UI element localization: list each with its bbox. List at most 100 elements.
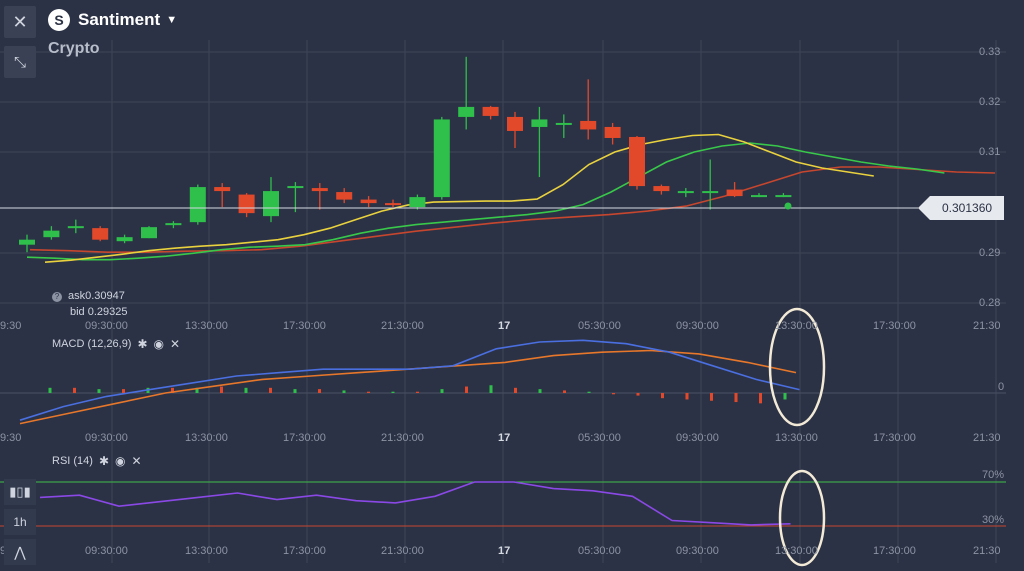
timeframe-button[interactable]: 1h — [4, 509, 36, 535]
collapse-arrows-icon: ⤡ — [13, 53, 26, 71]
bid-value: 0.29325 — [87, 306, 128, 318]
candle-body — [482, 106, 499, 116]
candle-body — [165, 223, 182, 226]
time-axis-label: 09:30:00 — [676, 320, 719, 332]
collapse-button[interactable]: ⤡ — [4, 46, 36, 78]
time-axis-label: 17 — [498, 545, 511, 557]
bid-quote: bid 0.29325 — [70, 306, 128, 318]
time-axis-label: 9:30 — [0, 432, 22, 444]
macd-histogram-bar — [465, 386, 468, 393]
price-axis-label: 0.31 — [979, 146, 1001, 158]
time-axis-label: 21:30:00 — [381, 320, 424, 332]
rsi-panel-header: RSI (14) ✱ ◉ ✕ — [52, 454, 142, 468]
candle-body — [238, 194, 255, 214]
time-axis-label: 13:30:00 — [185, 320, 228, 332]
chart-type-button[interactable]: ▮▯▮ — [4, 479, 36, 505]
time-axis-label: 05:30:00 — [578, 432, 621, 444]
settings-icon[interactable]: ✱ — [99, 454, 109, 468]
macd-histogram-bar — [416, 391, 419, 393]
macd-histogram-bar — [587, 391, 591, 393]
caret-down-icon: ▼ — [166, 14, 178, 26]
macd-histogram-bar — [612, 393, 615, 395]
current-price-value: 0.301360 — [942, 201, 993, 215]
candle-body — [604, 126, 621, 138]
candle-body — [19, 239, 35, 245]
indicator-icon: ⋀ — [14, 543, 26, 560]
rsi-title: RSI (14) — [52, 455, 93, 467]
candle-body — [531, 119, 548, 127]
candle-body — [751, 195, 767, 198]
close-chart-button[interactable]: ✕ — [4, 6, 36, 38]
time-axis-label: 17:30:00 — [873, 545, 916, 557]
price-axis-label: 0.32 — [979, 96, 1001, 108]
rsi-30-label: 30% — [982, 514, 1005, 526]
candle-body — [555, 122, 572, 125]
macd-histogram-bar — [514, 387, 517, 393]
candle-body — [385, 203, 401, 206]
time-axis-label: 09:30:00 — [676, 545, 719, 557]
candle-body — [336, 192, 353, 200]
time-axis-label: 17 — [498, 320, 511, 332]
ask-label: ask — [68, 290, 86, 302]
chart-canvas[interactable] — [0, 0, 1024, 571]
time-axis-label: 17:30:00 — [283, 545, 326, 557]
macd-histogram-bar — [220, 386, 223, 393]
macd-histogram-bar — [391, 391, 395, 393]
macd-histogram-bar — [636, 393, 640, 396]
macd-histogram-bar — [489, 385, 493, 393]
close-icon[interactable]: ✕ — [132, 454, 142, 468]
ask-quote: ? ask0.30947 — [52, 290, 125, 302]
time-axis-label: 21:30 — [973, 545, 1001, 557]
macd-panel-header: MACD (12,26,9) ✱ ◉ ✕ — [52, 337, 180, 351]
candle-body — [458, 106, 475, 117]
candle-body — [92, 228, 109, 240]
eye-icon[interactable]: ◉ — [115, 454, 125, 468]
time-axis-label: 17 — [498, 432, 511, 444]
macd-histogram-bar — [293, 389, 297, 393]
macd-histogram-bar — [244, 387, 248, 393]
asset-selector[interactable]: S Santiment ▼ — [48, 6, 177, 34]
time-axis-label: 13:30:00 — [775, 432, 818, 444]
asset-name: Santiment — [78, 10, 161, 29]
candle-body — [653, 186, 670, 192]
time-axis-label: 09:30:00 — [85, 432, 128, 444]
eye-icon[interactable]: ◉ — [154, 337, 164, 351]
candle-body — [580, 120, 597, 130]
indicators-button[interactable]: ⋀ — [4, 539, 36, 565]
macd-histogram-bar — [538, 389, 542, 393]
candle-body — [726, 189, 743, 197]
candle-body — [433, 119, 450, 198]
current-price-tag: 0.301360 — [918, 196, 1004, 220]
macd-histogram-bar — [122, 389, 125, 393]
time-axis-label: 9:30 — [0, 320, 22, 332]
last-price-dot — [784, 202, 792, 210]
macd-histogram-bar — [318, 389, 321, 393]
time-axis-label: 13:30:00 — [185, 545, 228, 557]
candle-body — [360, 199, 377, 204]
candle-body — [775, 195, 792, 198]
time-axis-label: 17:30:00 — [283, 432, 326, 444]
macd-title: MACD (12,26,9) — [52, 338, 132, 350]
close-icon[interactable]: ✕ — [170, 337, 180, 351]
candle-body — [263, 191, 279, 217]
settings-icon[interactable]: ✱ — [137, 337, 147, 351]
rsi-70-label: 70% — [982, 469, 1005, 481]
time-axis-label: 13:30:00 — [775, 545, 818, 557]
time-axis-label: 17:30:00 — [873, 432, 916, 444]
macd-zero-label: 0 — [998, 381, 1005, 393]
candle-body — [507, 116, 523, 131]
macd-histogram-bar — [342, 390, 346, 393]
macd-histogram-bar — [783, 393, 787, 400]
candle-body — [311, 188, 328, 192]
candle-body — [141, 227, 157, 239]
macd-histogram-bar — [759, 393, 762, 404]
close-icon: ✕ — [12, 11, 28, 32]
santiment-logo-icon: S — [48, 9, 70, 31]
time-axis-label: 17:30:00 — [873, 320, 916, 332]
candles-icon: ▮▯▮ — [9, 484, 31, 499]
candle-body — [287, 186, 304, 189]
time-axis-label: 09:30:00 — [85, 320, 128, 332]
bid-label: bid — [70, 306, 85, 318]
macd-histogram-bar — [269, 387, 272, 393]
macd-histogram-bar — [685, 393, 689, 400]
